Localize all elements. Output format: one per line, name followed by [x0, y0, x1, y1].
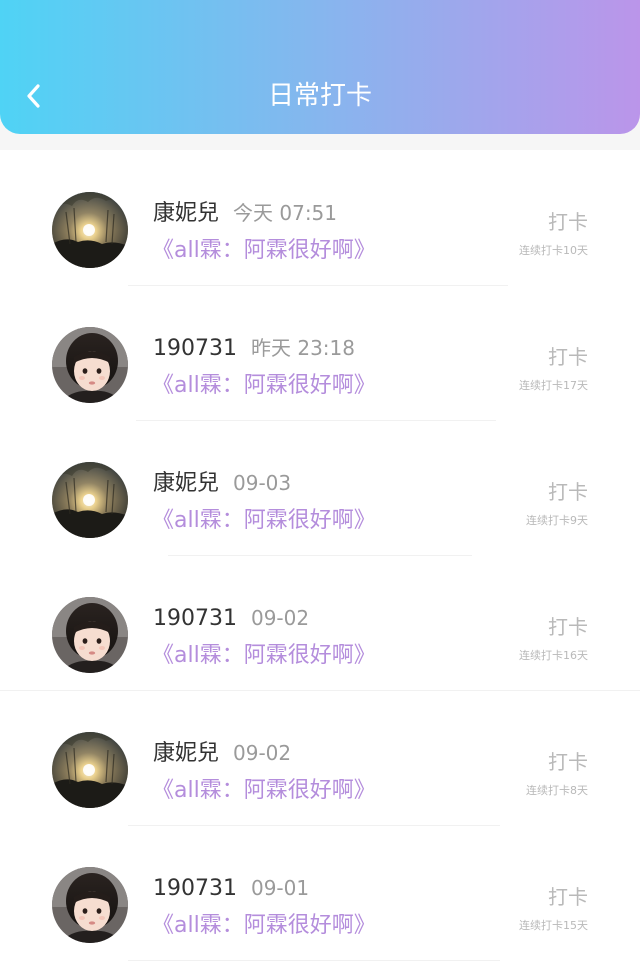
user-name-line: 康妮兒 今天 07:51 — [153, 198, 337, 229]
header-bar: 日常打卡 — [0, 0, 640, 134]
divider — [128, 960, 500, 961]
user-name: 康妮兒 — [153, 471, 220, 496]
list-item[interactable]: 康妮兒 09-02 《all霖：阿霖很好啊》 打卡 连续打卡8天 — [0, 690, 640, 826]
avatar[interactable] — [52, 462, 128, 538]
list-item[interactable]: 190731 09-01 《all霖：阿霖很好啊》 打卡 连续打卡15天 — [0, 825, 640, 961]
avatar[interactable] — [52, 192, 128, 268]
user-name: 康妮兒 — [153, 201, 220, 226]
list-item[interactable]: 康妮兒 09-03 《all霖：阿霖很好啊》 打卡 连续打卡9天 — [0, 420, 640, 556]
list-item[interactable]: 190731 昨天 23:18 《all霖：阿霖很好啊》 打卡 连续打卡17天 — [0, 285, 640, 421]
streak-count: 连续打卡10天 — [519, 244, 588, 257]
checkin-button[interactable]: 打卡 — [548, 206, 588, 235]
post-time: 09-01 — [250, 876, 310, 900]
user-name: 190731 — [153, 336, 237, 361]
checkin-button[interactable]: 打卡 — [548, 881, 588, 910]
user-name: 康妮兒 — [153, 741, 220, 766]
checkin-button[interactable]: 打卡 — [548, 611, 588, 640]
post-time: 昨天 23:18 — [250, 336, 355, 360]
avatar[interactable] — [52, 597, 128, 673]
page-title: 日常打卡 — [267, 81, 372, 111]
checkin-button[interactable]: 打卡 — [548, 476, 588, 505]
topic-link[interactable]: 《all霖：阿霖很好啊》 — [152, 911, 376, 941]
topic-link[interactable]: 《all霖：阿霖很好啊》 — [152, 641, 376, 671]
checkin-list: 康妮兒 今天 07:51 《all霖：阿霖很好啊》 打卡 连续打卡10天 1907… — [0, 150, 640, 980]
post-time: 09-02 — [233, 741, 292, 765]
user-name: 190731 — [153, 876, 237, 901]
user-name: 190731 — [153, 606, 237, 631]
checkin-button[interactable]: 打卡 — [548, 341, 588, 370]
topic-link[interactable]: 《all霖：阿霖很好啊》 — [152, 776, 376, 806]
post-time: 09-03 — [233, 471, 292, 495]
streak-count: 连续打卡15天 — [519, 919, 588, 932]
topic-link[interactable]: 《all霖：阿霖很好啊》 — [152, 506, 376, 536]
user-name-line: 190731 09-02 — [153, 603, 309, 634]
post-time: 09-02 — [250, 606, 310, 630]
streak-count: 连续打卡16天 — [519, 649, 588, 662]
topic-link[interactable]: 《all霖：阿霖很好啊》 — [152, 236, 376, 266]
user-name-line: 190731 09-01 — [153, 873, 309, 904]
user-name-line: 190731 昨天 23:18 — [153, 333, 355, 364]
topic-link[interactable]: 《all霖：阿霖很好啊》 — [152, 371, 376, 401]
streak-count: 连续打卡17天 — [519, 379, 588, 392]
list-item[interactable]: 康妮兒 今天 07:51 《all霖：阿霖很好啊》 打卡 连续打卡10天 — [0, 150, 640, 286]
user-name-line: 康妮兒 09-03 — [153, 468, 291, 499]
user-name-line: 康妮兒 09-02 — [153, 738, 291, 769]
avatar[interactable] — [52, 327, 128, 403]
avatar[interactable] — [52, 867, 128, 943]
post-time: 今天 07:51 — [233, 201, 338, 225]
checkin-button[interactable]: 打卡 — [548, 746, 588, 775]
avatar[interactable] — [52, 732, 128, 808]
streak-count: 连续打卡9天 — [526, 514, 588, 527]
list-item[interactable]: 190731 09-02 《all霖：阿霖很好啊》 打卡 连续打卡16天 — [0, 555, 640, 691]
streak-count: 连续打卡8天 — [526, 784, 588, 797]
